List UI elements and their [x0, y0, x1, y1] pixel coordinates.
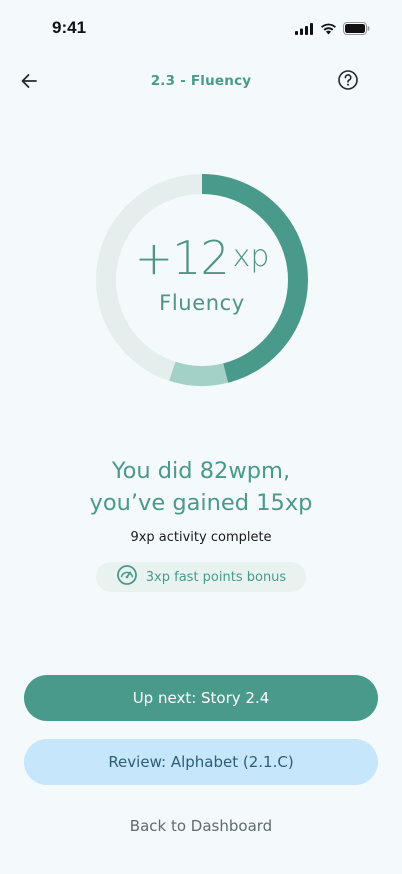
header: 2.3 - Fluency: [0, 62, 402, 102]
help-icon: [337, 69, 359, 95]
status-bar: 9:41: [0, 0, 402, 56]
speedometer-icon: [116, 564, 138, 590]
xp-unit: xp: [232, 239, 270, 274]
ring-label: Fluency: [159, 291, 245, 315]
result-headline-line1: You did 82wpm,: [111, 458, 291, 484]
up-next-button[interactable]: Up next: Story 2.4: [24, 675, 378, 721]
status-time: 9:41: [52, 18, 87, 37]
bonus-badge: 3xp fast points bonus: [96, 562, 306, 592]
back-to-dashboard-link[interactable]: Back to Dashboard: [0, 817, 402, 835]
activity-complete-text: 9xp activity complete: [130, 530, 272, 545]
xp-gained: +12 xp: [95, 231, 309, 285]
status-icons: [295, 22, 370, 35]
xp-progress-ring: +12 xp Fluency: [95, 173, 309, 387]
signal-icon: [295, 22, 314, 35]
battery-icon: [343, 22, 370, 35]
help-button[interactable]: [336, 70, 360, 94]
review-button[interactable]: Review: Alphabet (2.1.C): [24, 739, 378, 785]
wifi-icon: [320, 23, 337, 35]
result-headline-line2: you’ve gained 15xp: [89, 490, 313, 516]
xp-value: +12: [134, 231, 230, 285]
bonus-text: 3xp fast points bonus: [145, 569, 287, 585]
